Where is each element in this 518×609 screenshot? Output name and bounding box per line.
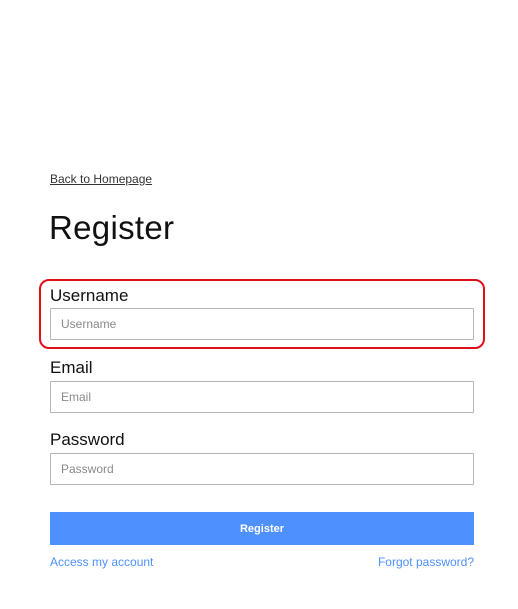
forgot-password-link[interactable]: Forgot password?	[378, 555, 474, 569]
email-input[interactable]	[50, 381, 474, 413]
back-to-homepage-link[interactable]: Back to Homepage	[50, 172, 152, 186]
password-label: Password	[50, 430, 125, 449]
access-account-link[interactable]: Access my account	[50, 555, 153, 569]
page-title: Register	[49, 209, 175, 246]
password-input[interactable]	[50, 453, 474, 485]
username-label: Username	[50, 286, 129, 305]
email-label: Email	[50, 358, 93, 377]
register-button[interactable]: Register	[50, 512, 474, 545]
register-page: Back to Homepage Register Username Email…	[0, 0, 518, 609]
username-input[interactable]	[50, 308, 474, 340]
